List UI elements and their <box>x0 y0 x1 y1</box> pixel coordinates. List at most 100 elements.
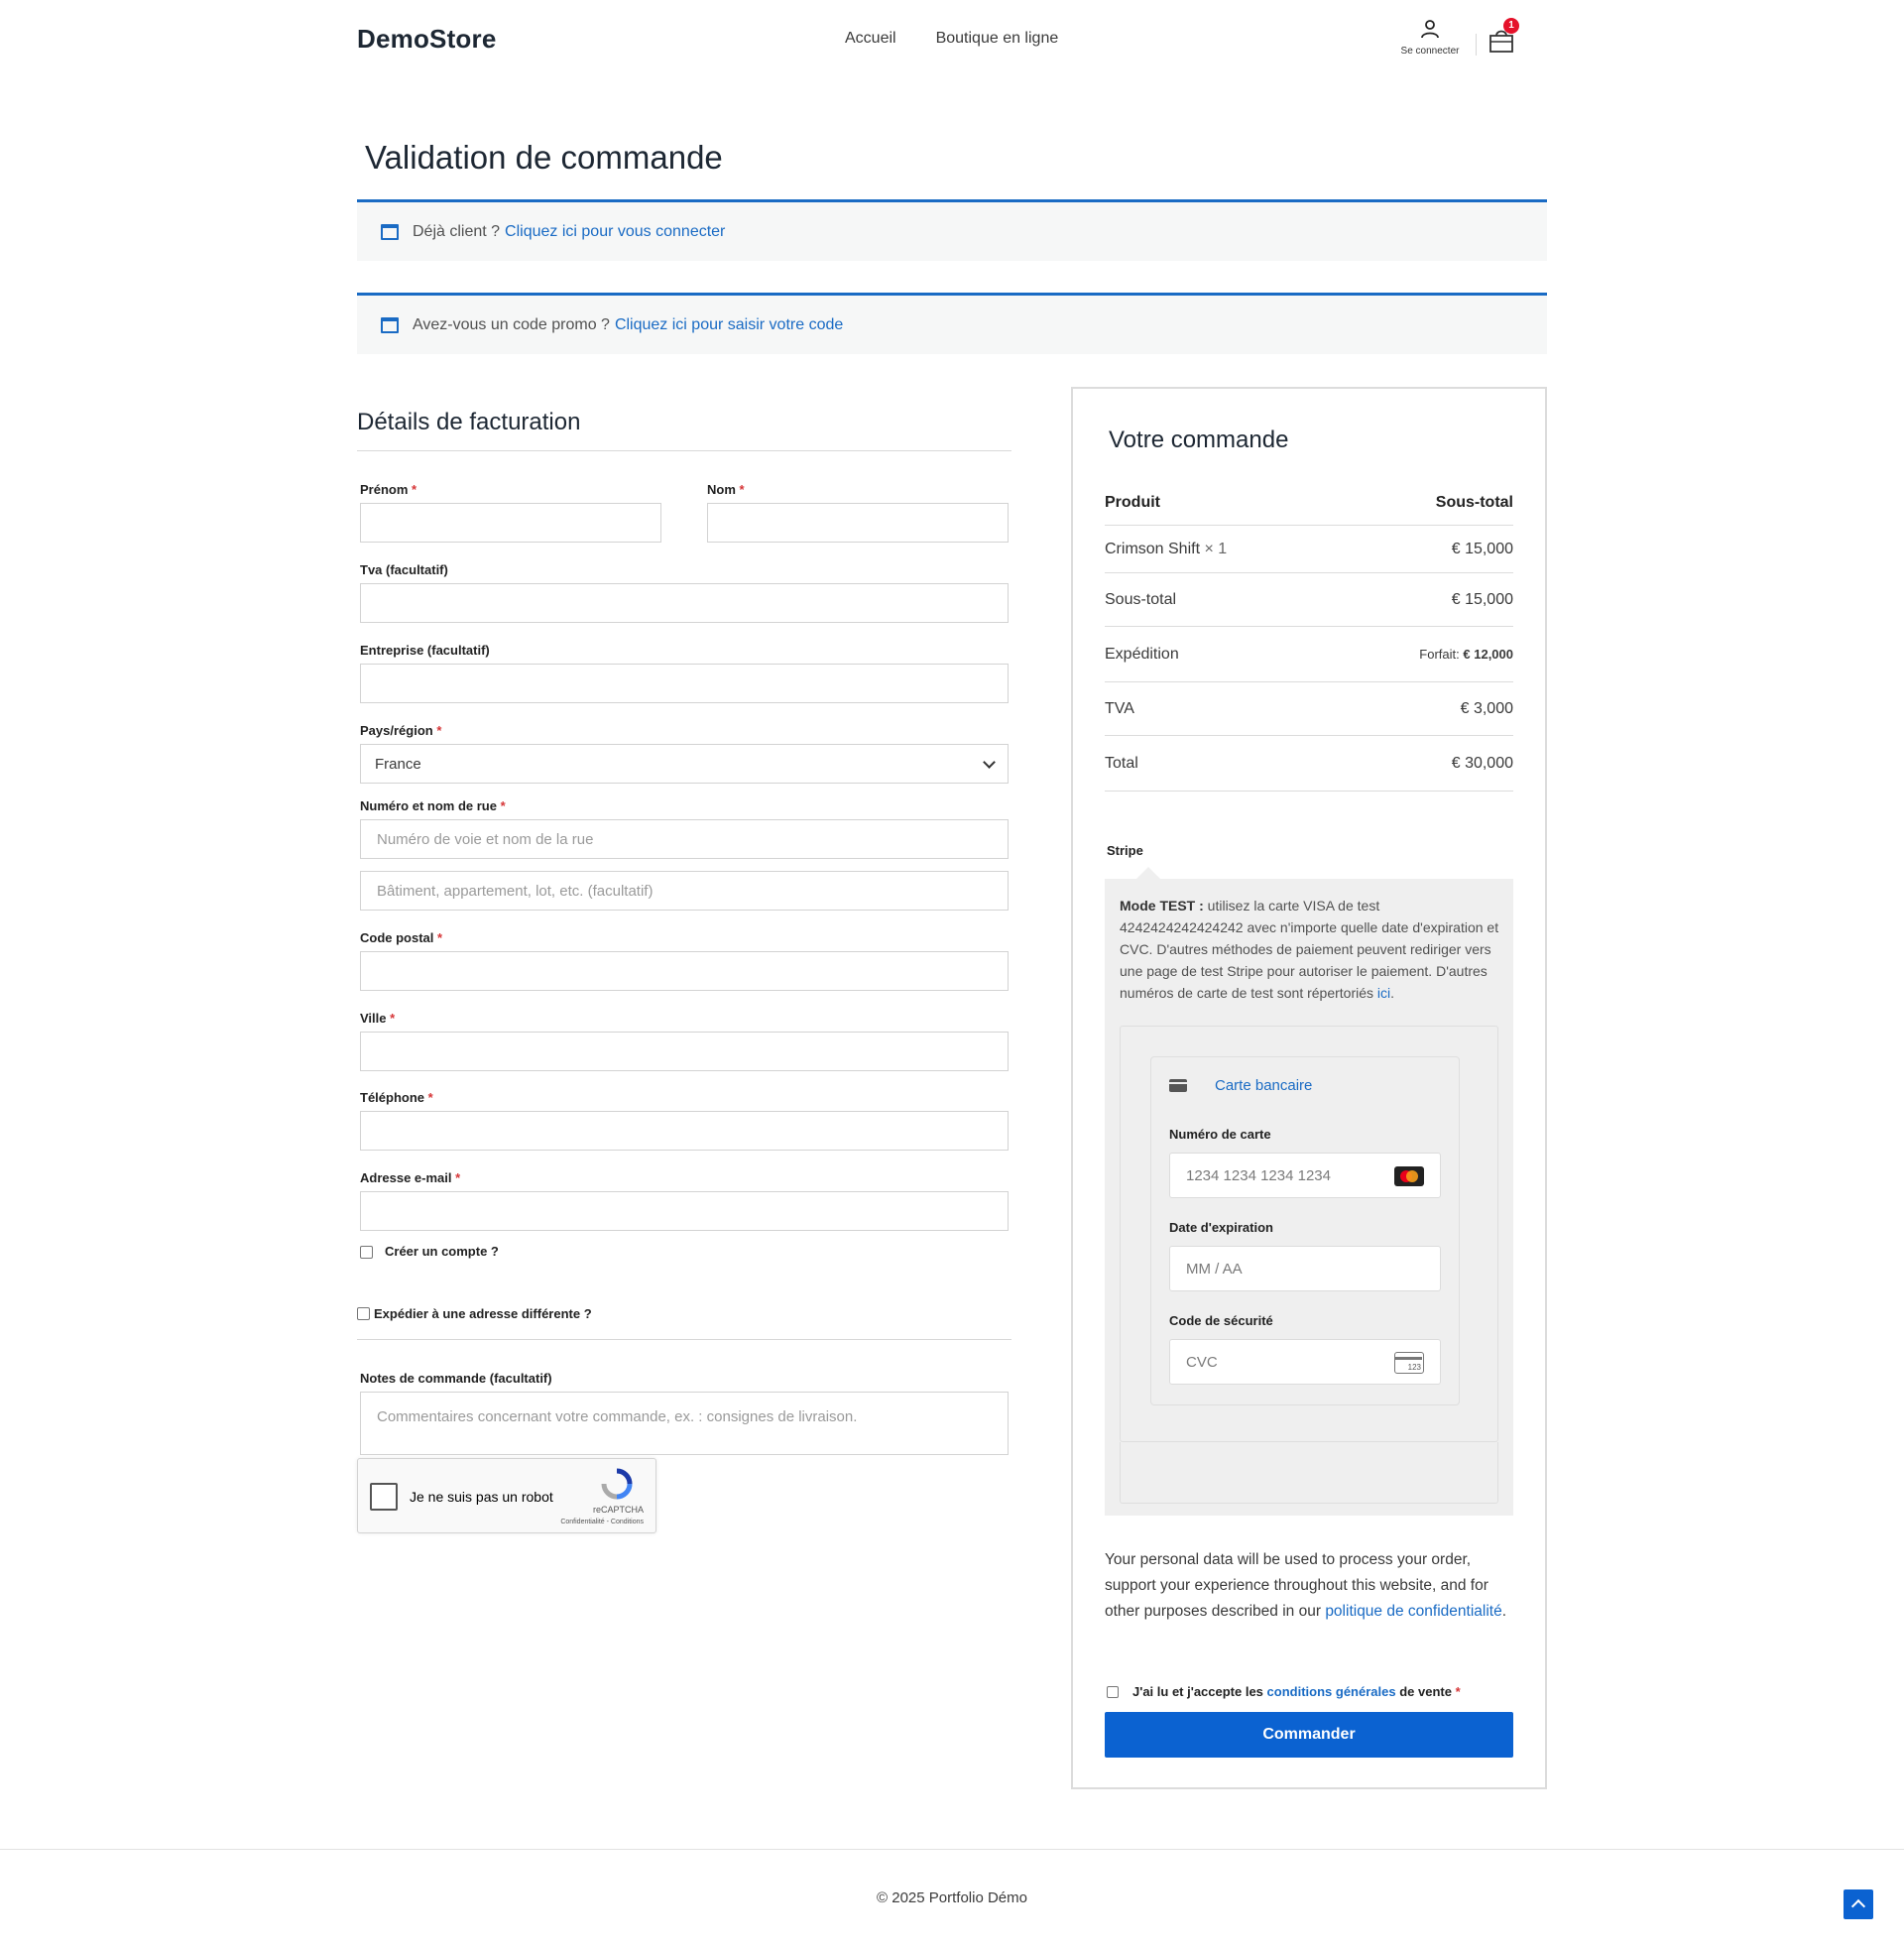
coupon-link[interactable]: Cliquez ici pour saisir votre code <box>615 316 843 334</box>
shipping-value: Forfait: € 12,000 <box>1419 647 1513 662</box>
email-input[interactable] <box>360 1191 1009 1231</box>
expiry-placeholder: MM / AA <box>1186 1260 1243 1278</box>
city-input[interactable] <box>360 1032 1009 1071</box>
tax-row: TVA € 3,000 <box>1105 682 1513 736</box>
payment-box: Mode TEST : utilisez la carte VISA de te… <box>1105 879 1513 1516</box>
total-value: € 30,000 <box>1451 754 1513 772</box>
order-review-panel: Votre commande Produit Sous-total Crimso… <box>1071 387 1547 1789</box>
copyright: © 2025 Portfolio Démo <box>877 1889 1027 1906</box>
divider <box>357 1339 1012 1340</box>
shipping-row: Expédition Forfait: € 12,000 <box>1105 627 1513 682</box>
cvc-input[interactable]: CVC 123 <box>1169 1339 1441 1385</box>
cvc-placeholder: CVC <box>1186 1353 1218 1371</box>
city-label: Ville * <box>360 1011 396 1026</box>
stripe-extra-area <box>1120 1442 1498 1504</box>
street-placeholder: Numéro de voie et nom de la rue <box>377 830 594 848</box>
ship-different-checkbox[interactable] <box>357 1307 370 1320</box>
postcode-input[interactable] <box>360 951 1009 991</box>
place-order-button[interactable]: Commander <box>1105 1712 1513 1758</box>
site-logo[interactable]: DemoStore <box>357 24 497 55</box>
privacy-policy-link[interactable]: politique de confidentialité <box>1325 1603 1501 1620</box>
coupon-notice-text: Avez-vous un code promo ? <box>413 315 610 333</box>
card-element: Carte bancaire Numéro de carte 1234 1234… <box>1150 1056 1460 1405</box>
recaptcha-terms[interactable]: Confidentialité - Conditions <box>560 1519 644 1525</box>
street2-input[interactable]: Bâtiment, appartement, lot, etc. (facult… <box>360 871 1009 911</box>
mastercard-icon <box>1394 1166 1424 1186</box>
credit-card-icon <box>1169 1079 1187 1092</box>
table-row: Crimson Shift × 1 € 15,000 <box>1105 526 1513 573</box>
subtotal-label: Sous-total <box>1105 590 1177 608</box>
account-label: Se connecter <box>1400 46 1460 57</box>
shipping-label: Expédition <box>1105 645 1179 663</box>
street-input[interactable]: Numéro de voie et nom de la rue <box>360 819 1009 859</box>
cart-button[interactable]: 1 <box>1488 18 1521 56</box>
ship-different-label: Expédier à une adresse différente ? <box>374 1306 592 1321</box>
country-select[interactable]: France <box>360 744 1009 784</box>
col-subtotal: Sous-total <box>1435 493 1513 511</box>
country-label: Pays/région * <box>360 723 442 738</box>
create-account-checkbox[interactable] <box>360 1246 373 1259</box>
expiry-label: Date d'expiration <box>1169 1220 1273 1235</box>
item-name: Crimson Shift × 1 <box>1105 540 1228 557</box>
col-product: Produit <box>1105 493 1160 511</box>
vat-input[interactable] <box>360 583 1009 623</box>
notes-placeholder: Commentaires concernant votre commande, … <box>377 1408 858 1425</box>
first-name-input[interactable] <box>360 503 661 543</box>
chevron-down-icon <box>983 756 996 769</box>
recaptcha-checkbox[interactable] <box>370 1483 398 1511</box>
cvc-label: Code de sécurité <box>1169 1313 1273 1328</box>
notes-label: Notes de commande (facultatif) <box>360 1371 552 1386</box>
login-link[interactable]: Cliquez ici pour vous connecter <box>505 223 725 241</box>
subtotal-value: € 15,000 <box>1451 590 1513 608</box>
nav-item-boutique[interactable]: Boutique en ligne <box>936 30 1059 48</box>
privacy-notice: Your personal data will be used to proce… <box>1105 1551 1507 1620</box>
order-notes-textarea[interactable]: Commentaires concernant votre commande, … <box>360 1392 1009 1455</box>
recaptcha-widget: Je ne suis pas un robot reCAPTCHA Confid… <box>357 1458 656 1533</box>
phone-input[interactable] <box>360 1111 1009 1151</box>
tax-value: € 3,000 <box>1460 699 1513 717</box>
item-total: € 15,000 <box>1451 540 1513 557</box>
payment-method-label[interactable]: Stripe <box>1107 843 1143 858</box>
order-title: Votre commande <box>1109 426 1289 453</box>
card-cvc-icon: 123 <box>1394 1352 1424 1374</box>
street2-placeholder: Bâtiment, appartement, lot, etc. (facult… <box>377 882 654 900</box>
order-table-header: Produit Sous-total <box>1105 480 1513 526</box>
payment-box-arrow <box>1136 867 1160 879</box>
recaptcha-brand: reCAPTCHA <box>592 1505 644 1515</box>
stripe-card-form: Carte bancaire Numéro de carte 1234 1234… <box>1120 1026 1498 1442</box>
cart-count-badge: 1 <box>1503 18 1519 34</box>
total-label: Total <box>1105 754 1138 772</box>
terms-link[interactable]: conditions générales <box>1267 1684 1396 1699</box>
billing-title: Détails de facturation <box>357 409 1012 451</box>
street-label: Numéro et nom de rue * <box>360 798 506 813</box>
main-nav: Accueil Boutique en ligne <box>845 30 1058 48</box>
billing-section: Détails de facturation <box>357 409 1012 451</box>
user-icon <box>1421 20 1439 39</box>
site-footer: © 2025 Portfolio Démo <box>0 1849 1904 1949</box>
postcode-label: Code postal * <box>360 930 443 945</box>
recaptcha-label: Je ne suis pas un robot <box>410 1489 553 1505</box>
recaptcha-logo-icon <box>601 1468 633 1500</box>
card-number-input[interactable]: 1234 1234 1234 1234 <box>1169 1153 1441 1198</box>
email-label: Adresse e-mail * <box>360 1170 461 1185</box>
subtotal-row: Sous-total € 15,000 <box>1105 573 1513 627</box>
company-label: Entreprise (facultatif) <box>360 643 490 658</box>
window-icon <box>381 223 399 240</box>
vat-label: Tva (facultatif) <box>360 562 448 577</box>
create-account-label: Créer un compte ? <box>385 1244 499 1259</box>
nav-item-accueil[interactable]: Accueil <box>845 30 896 48</box>
card-tab[interactable]: Carte bancaire <box>1169 1077 1312 1094</box>
login-notice-text: Déjà client ? <box>413 222 501 240</box>
expiry-input[interactable]: MM / AA <box>1169 1246 1441 1291</box>
scroll-to-top-button[interactable] <box>1844 1889 1873 1919</box>
last-name-input[interactable] <box>707 503 1009 543</box>
terms-checkbox[interactable] <box>1107 1685 1119 1698</box>
card-number-placeholder: 1234 1234 1234 1234 <box>1186 1166 1331 1184</box>
header-divider <box>1476 34 1477 56</box>
account-button[interactable]: Se connecter <box>1396 18 1464 57</box>
terms-row: J'ai lu et j'accepte les conditions géné… <box>1107 1684 1461 1699</box>
tax-label: TVA <box>1105 699 1134 717</box>
company-input[interactable] <box>360 664 1009 703</box>
test-cards-link[interactable]: ici <box>1377 985 1390 1001</box>
card-tab-label: Carte bancaire <box>1215 1077 1313 1094</box>
